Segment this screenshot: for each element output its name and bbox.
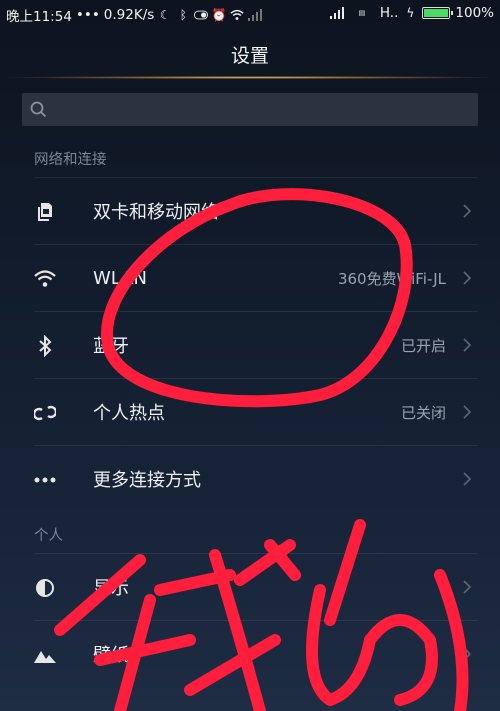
row-wlan[interactable]: WLAN 360免费WiFi-JL [0,245,500,311]
chevron-right-icon [462,203,472,219]
row-label: 双卡和移动网络 [93,202,219,223]
row-more-connections[interactable]: 更多连接方式 [0,446,500,512]
row-label: 蓝牙 [93,336,129,357]
row-label: 壁纸 [93,645,129,666]
battery-fill [424,9,449,17]
chevron-right-icon [462,270,472,286]
search-bar[interactable] [22,93,478,126]
page-title: 设置 [230,44,269,67]
moon-icon: ☾ [159,8,171,22]
bluetooth-icon [34,335,56,357]
sim-cards-icon [34,201,56,223]
signal-weak-icon [248,8,263,22]
row-display[interactable]: 显示 [0,554,500,620]
chevron-right-icon [462,337,472,353]
row-value: 360免费WiFi-JL [337,269,446,288]
row-value: 已关闭 [400,403,446,422]
row-value: 已开启 [400,336,446,355]
toggle-icon [194,8,209,22]
status-time: 晚上11:54 [6,9,72,25]
battery-icon [422,7,454,19]
section-network-header: 网络和连接 [34,152,107,168]
status-left: 晚上11:54 ••• 0.92K/s ☾ ᛒ ⏰ [6,5,263,25]
row-label: WLAN [93,267,148,289]
bluetooth-status-icon: ᛒ [179,8,187,22]
alarm-icon: ⏰ [211,8,227,22]
row-label: 更多连接方式 [93,470,201,491]
more-icon [34,469,56,491]
row-bluetooth[interactable]: 蓝牙 已开启 [0,312,500,378]
row-dual-sim[interactable]: 双卡和移动网络 [0,178,500,244]
chevron-right-icon [462,404,472,420]
status-bar: 晚上11:54 ••• 0.92K/s ☾ ᛒ ⏰ ▤ H.. ϟ 100% [0,0,500,28]
hotspot-icon [34,402,56,424]
search-icon [30,101,47,122]
row-label: 显示 [93,578,129,599]
title-glow-divider [0,76,500,79]
display-icon [34,577,56,599]
chevron-right-icon [462,471,472,487]
battery-percent: 100% [455,5,494,21]
wifi-status-icon [230,8,244,22]
chevron-right-icon [462,646,472,662]
signal-icon [329,6,344,20]
status-dots: ••• [75,7,100,23]
section-personal-header: 个人 [34,528,63,544]
chevron-right-icon [462,579,472,595]
row-label: 个人热点 [93,403,165,424]
row-hotspot[interactable]: 个人热点 已关闭 [0,379,500,445]
row-wallpaper[interactable]: 壁纸 [0,621,500,687]
status-right: ▤ H.. ϟ 100% [329,5,494,21]
network-speed: 0.92K/s [103,7,155,23]
wallpaper-icon [34,644,56,666]
charging-icon: ϟ [406,6,415,20]
carrier-name: H.. [379,5,399,21]
wifi-icon [34,268,56,290]
carrier-logo-icon: ▤ [358,9,366,17]
page-title-bar: 设置 [0,28,500,80]
